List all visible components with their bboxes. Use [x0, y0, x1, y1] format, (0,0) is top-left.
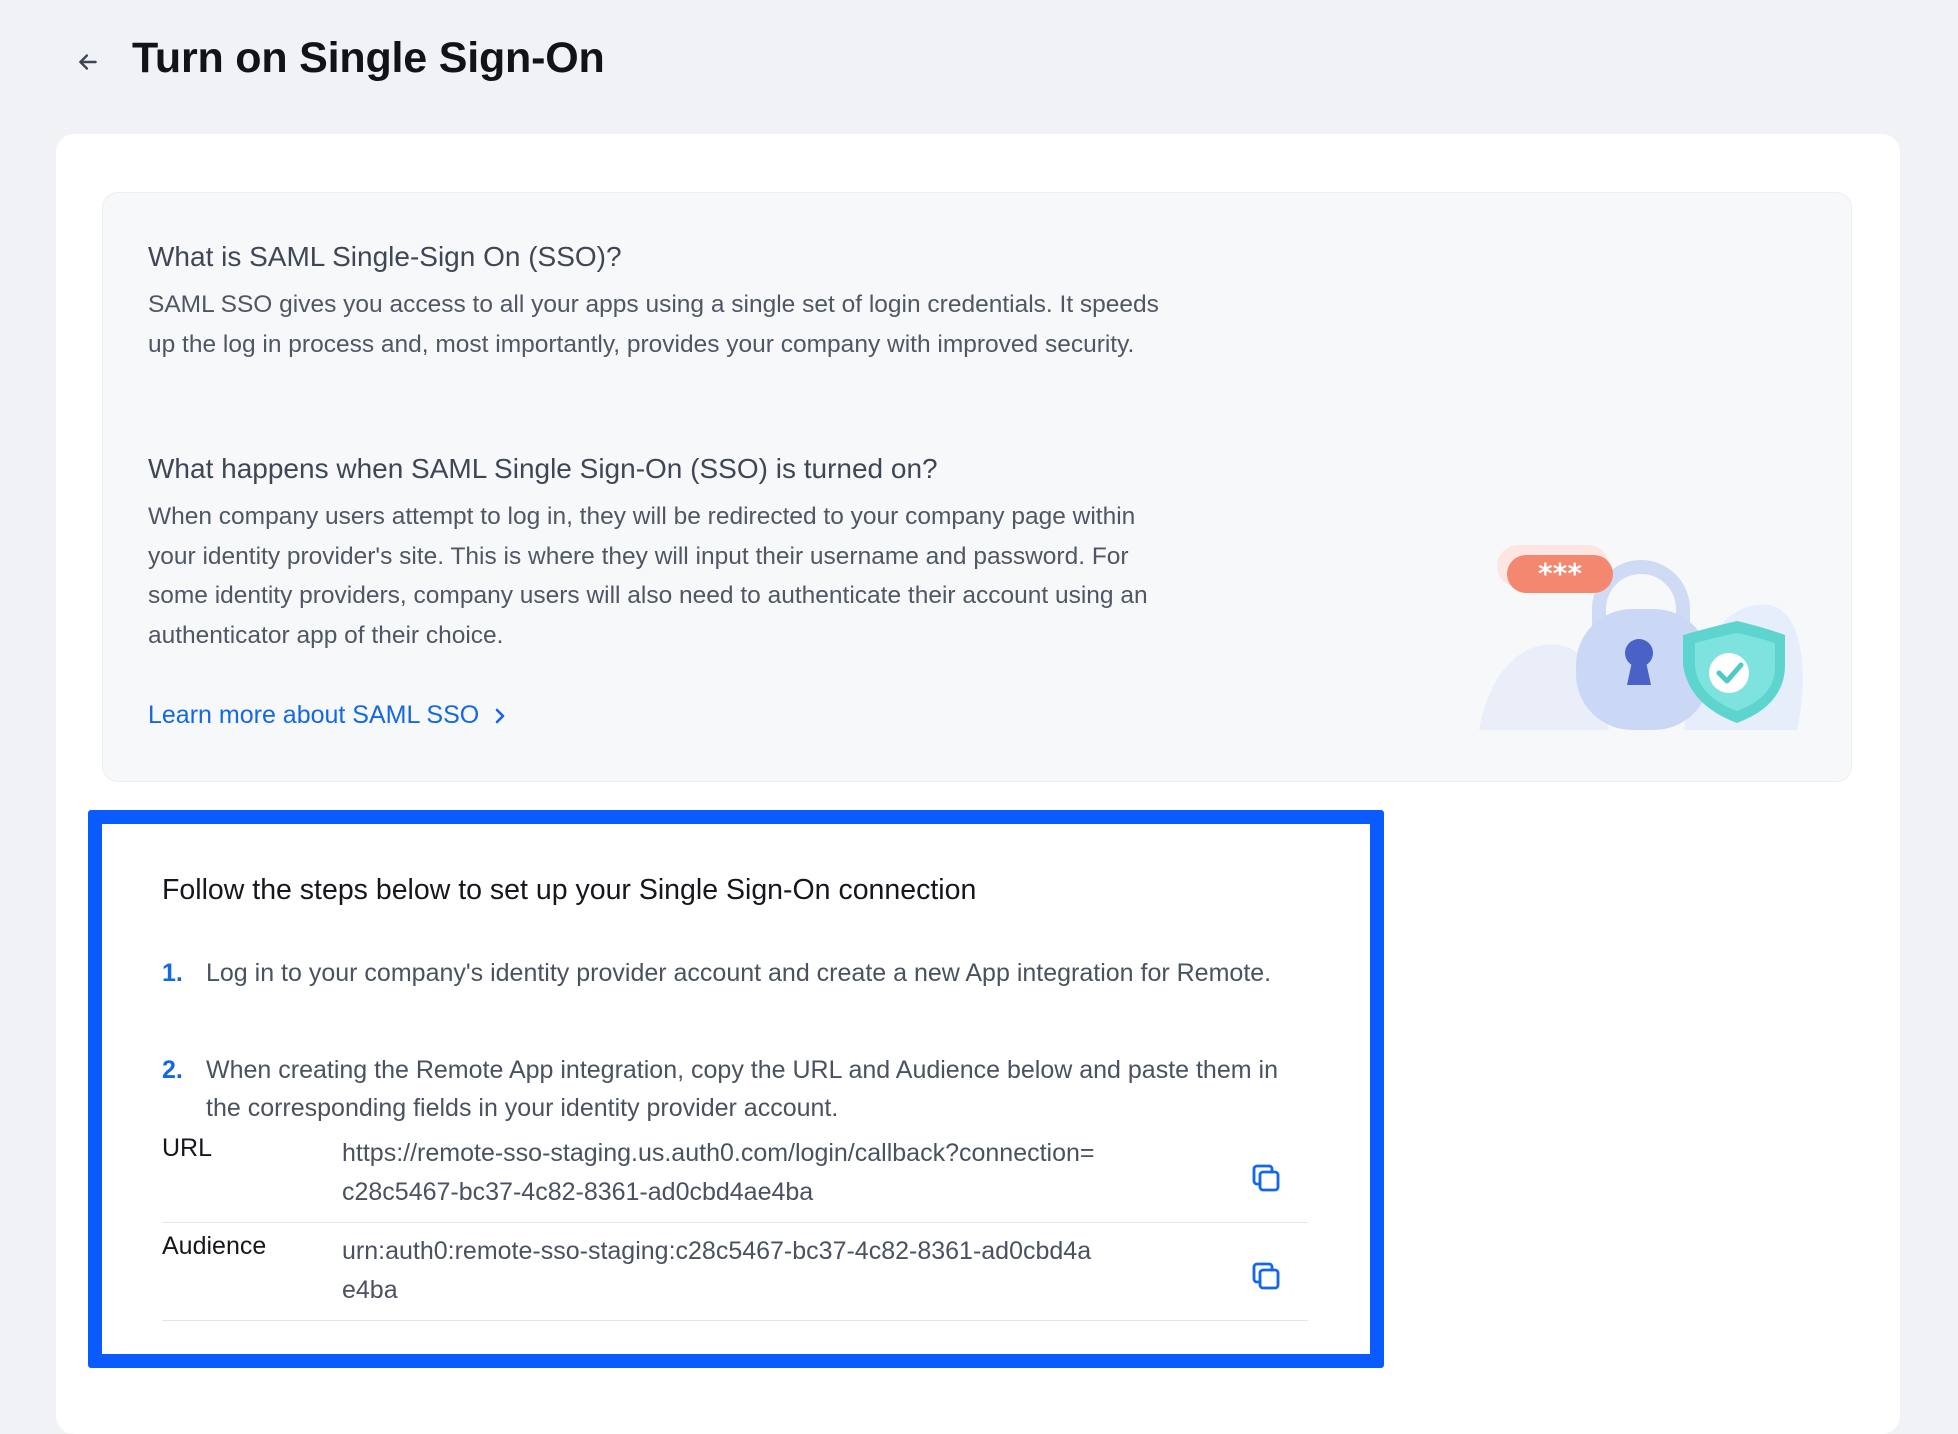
- step-text: Log in to your company's identity provid…: [206, 959, 1272, 987]
- sso-info-panel: What is SAML Single-Sign On (SSO)? SAML …: [102, 192, 1852, 782]
- copy-icon: [1252, 1164, 1280, 1192]
- setup-steps-panel: Follow the steps below to set up your Si…: [88, 810, 1384, 1368]
- audience-field-row: Audience urn:auth0:remote-sso-staging:c2…: [162, 1222, 1308, 1321]
- step-item: 1. Log in to your company's identity pro…: [162, 954, 1292, 992]
- audience-value: urn:auth0:remote-sso-staging:c28c5467-bc…: [342, 1237, 1092, 1304]
- step-item: 2. When creating the Remote App integrat…: [162, 1051, 1292, 1127]
- page-header: Turn on Single Sign-On: [0, 0, 1958, 124]
- audience-label: Audience: [162, 1232, 267, 1260]
- page-title: Turn on Single Sign-On: [132, 34, 605, 82]
- back-button[interactable]: [70, 44, 106, 80]
- info-text-what-is: SAML SSO gives you access to all your ap…: [148, 291, 1159, 358]
- step-text: When creating the Remote App integration…: [206, 1056, 1278, 1122]
- step-number: 2.: [162, 1056, 183, 1084]
- info-text-what-happens: When company users attempt to log in, th…: [148, 503, 1148, 649]
- illustration-password-text: ***: [1538, 557, 1582, 590]
- steps-title: Follow the steps below to set up your Si…: [162, 874, 977, 906]
- chevron-right-icon: [493, 706, 507, 726]
- url-label: URL: [162, 1134, 213, 1162]
- security-lock-illustration: ***: [1479, 545, 1803, 730]
- arrow-left-icon: [79, 54, 97, 70]
- learn-more-link[interactable]: Learn more about SAML SSO: [148, 701, 507, 730]
- copy-audience-button[interactable]: [1246, 1256, 1286, 1296]
- info-heading-what-is: What is SAML Single-Sign On (SSO)?: [148, 241, 622, 272]
- copy-icon: [1252, 1262, 1280, 1290]
- info-heading-what-happens: What happens when SAML Single Sign-On (S…: [148, 453, 938, 484]
- step-number: 1.: [162, 959, 183, 987]
- url-value: https://remote-sso-staging.us.auth0.com/…: [342, 1139, 1095, 1206]
- url-field-row: URL https://remote-sso-staging.us.auth0.…: [162, 1124, 1308, 1223]
- copy-url-button[interactable]: [1246, 1158, 1286, 1198]
- learn-more-label: Learn more about SAML SSO: [148, 701, 480, 729]
- main-card: What is SAML Single-Sign On (SSO)? SAML …: [56, 134, 1900, 1434]
